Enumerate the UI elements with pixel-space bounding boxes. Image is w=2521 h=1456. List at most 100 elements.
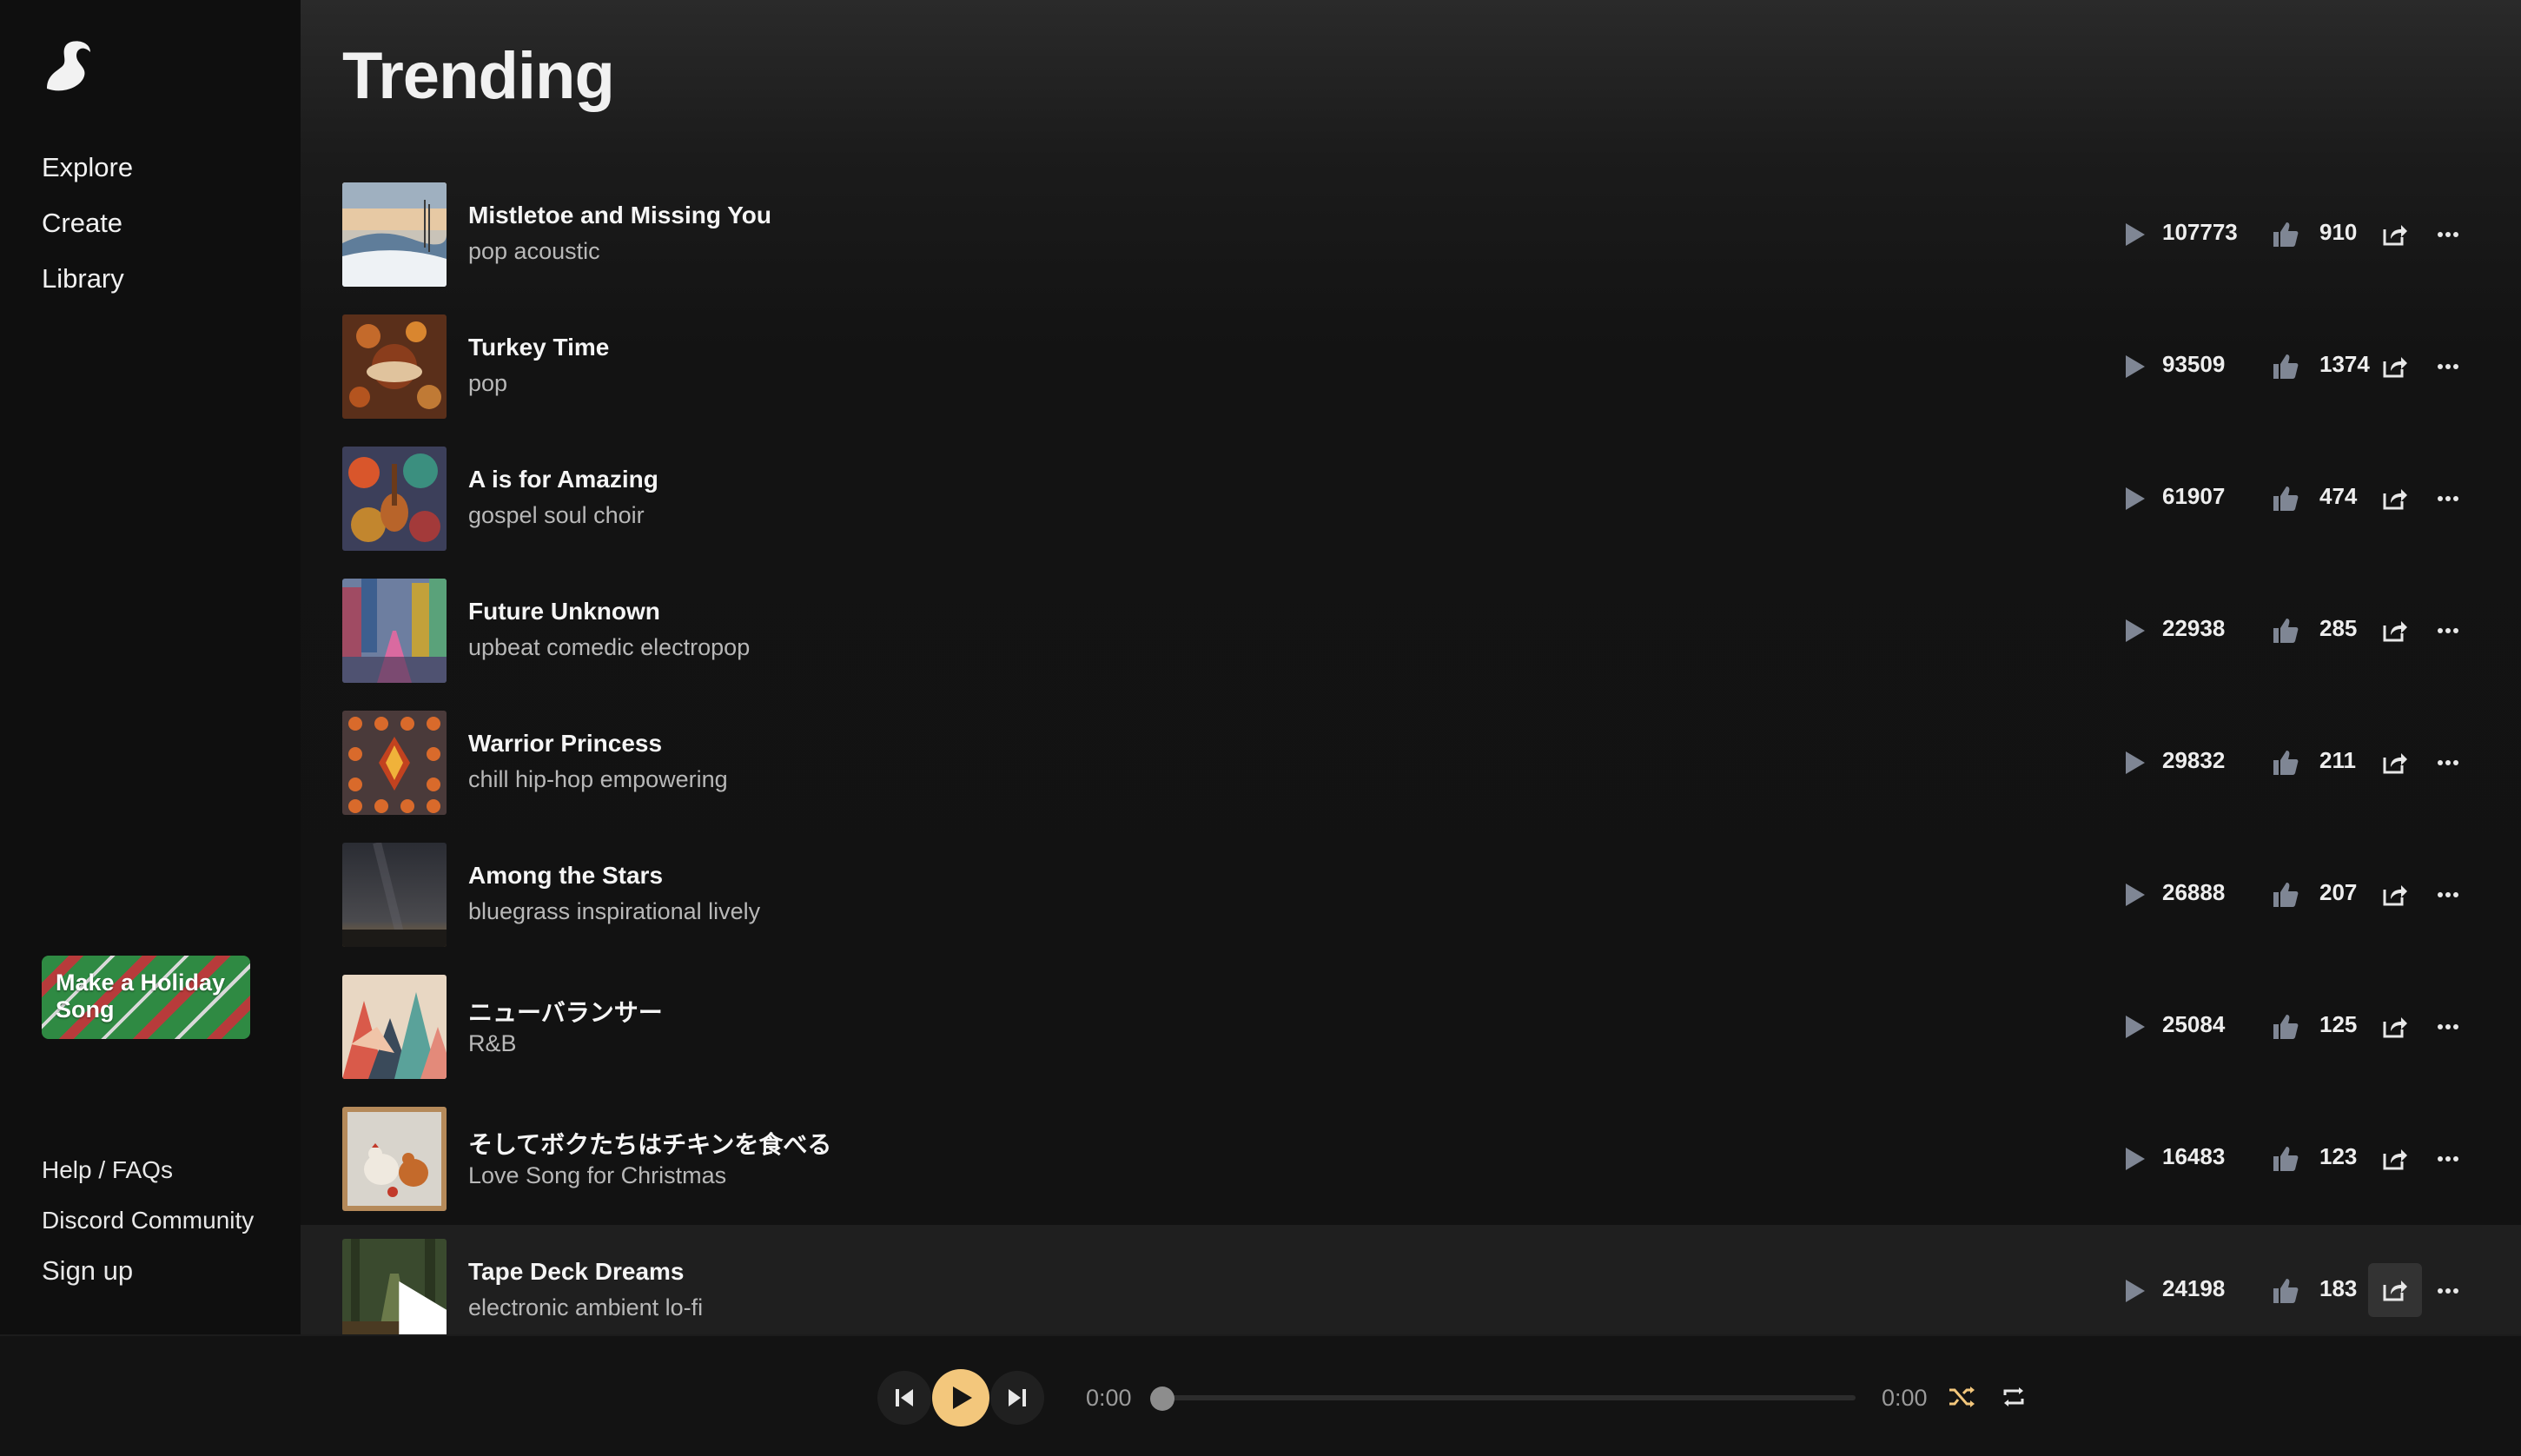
song-title[interactable]: そしてボクたちはチキンを食べる — [468, 1126, 831, 1161]
progress-bar[interactable] — [1157, 1395, 1856, 1400]
song-row[interactable]: Future Unknown upbeat comedic electropop… — [301, 565, 2521, 697]
song-cover-image[interactable] — [342, 314, 447, 419]
main-content: Trending Mistletoe and Missing You pop a… — [301, 0, 2521, 1334]
brand-logo-icon[interactable] — [40, 36, 96, 96]
song-tags: R&B — [468, 1030, 517, 1056]
song-row[interactable]: そしてボクたちはチキンを食べる Love Song for Christmas … — [301, 1093, 2521, 1225]
play-icon[interactable] — [2120, 219, 2149, 250]
play-icon[interactable] — [2120, 351, 2149, 382]
song-title[interactable]: Warrior Princess — [468, 730, 662, 758]
play-icon[interactable] — [2120, 483, 2149, 514]
play-count: 16483 — [2162, 1143, 2226, 1169]
nav-library[interactable]: Library — [42, 259, 133, 314]
more-options-icon[interactable] — [2431, 877, 2465, 912]
like-count: 1374 — [2319, 351, 2370, 377]
song-row[interactable]: Mistletoe and Missing You pop acoustic 1… — [301, 169, 2521, 301]
share-icon[interactable] — [2374, 214, 2416, 255]
repeat-icon[interactable] — [1998, 1381, 2029, 1413]
share-icon[interactable] — [2374, 346, 2416, 387]
play-count: 93509 — [2162, 351, 2226, 377]
play-count: 22938 — [2162, 615, 2226, 641]
sign-up-link[interactable]: Sign up — [42, 1253, 254, 1303]
more-options-icon[interactable] — [2431, 1274, 2465, 1308]
like-count: 211 — [2319, 747, 2356, 773]
song-cover-image[interactable] — [342, 1107, 447, 1211]
share-icon[interactable] — [2374, 478, 2416, 520]
like-count: 207 — [2319, 879, 2358, 905]
song-cover-image[interactable] — [342, 447, 447, 551]
thumbs-up-icon[interactable] — [2271, 615, 2300, 646]
share-icon[interactable] — [2374, 1006, 2416, 1048]
play-icon[interactable] — [2120, 1275, 2149, 1307]
share-icon[interactable] — [2368, 1263, 2422, 1317]
more-options-icon[interactable] — [2431, 1142, 2465, 1176]
share-icon[interactable] — [2374, 1138, 2416, 1180]
song-title[interactable]: Among the Stars — [468, 862, 663, 890]
song-title[interactable]: Tape Deck Dreams — [468, 1258, 685, 1286]
song-cover-image[interactable] — [342, 711, 447, 815]
thumbs-up-icon[interactable] — [2271, 1275, 2300, 1307]
more-options-icon[interactable] — [2431, 745, 2465, 780]
song-list: Mistletoe and Missing You pop acoustic 1… — [301, 169, 2521, 1334]
nav-explore[interactable]: Explore — [42, 148, 133, 203]
nav-create[interactable]: Create — [42, 203, 133, 259]
discord-community-link[interactable]: Discord Community — [42, 1202, 254, 1253]
song-row[interactable]: A is for Amazing gospel soul choir 61907… — [301, 433, 2521, 565]
song-tags: bluegrass inspirational lively — [468, 898, 761, 924]
more-options-icon[interactable] — [2431, 217, 2465, 252]
skip-previous-icon[interactable] — [877, 1371, 931, 1425]
song-title[interactable]: A is for Amazing — [468, 466, 658, 493]
song-title[interactable]: Future Unknown — [468, 598, 660, 625]
play-count: 29832 — [2162, 747, 2226, 773]
song-title[interactable]: Mistletoe and Missing You — [468, 202, 771, 229]
more-options-icon[interactable] — [2431, 613, 2465, 648]
thumbs-up-icon[interactable] — [2271, 483, 2300, 514]
share-icon[interactable] — [2374, 742, 2416, 784]
play-icon[interactable] — [2120, 1011, 2149, 1042]
thumbs-up-icon[interactable] — [2271, 879, 2300, 910]
song-tags: electronic ambient lo-fi — [468, 1294, 704, 1320]
play-overlay-icon[interactable] — [375, 1272, 447, 1334]
song-cover-image[interactable] — [342, 843, 447, 947]
song-row[interactable]: Among the Stars bluegrass inspirational … — [301, 829, 2521, 961]
song-cover-image[interactable] — [342, 182, 447, 287]
song-row[interactable]: ニューバランサー R&B 25084 125 — [301, 961, 2521, 1093]
like-count: 285 — [2319, 615, 2358, 641]
more-options-icon[interactable] — [2431, 1009, 2465, 1044]
like-count: 183 — [2319, 1275, 2358, 1301]
song-tags: pop — [468, 370, 508, 396]
song-cover-image[interactable] — [342, 1239, 447, 1334]
thumbs-up-icon[interactable] — [2271, 219, 2300, 250]
make-holiday-song-button[interactable]: Make a Holiday Song — [42, 956, 250, 1039]
play-icon[interactable] — [2120, 615, 2149, 646]
thumbs-up-icon[interactable] — [2271, 351, 2300, 382]
play-icon[interactable] — [2120, 879, 2149, 910]
share-icon[interactable] — [2374, 610, 2416, 652]
play-pause-button[interactable] — [932, 1369, 989, 1426]
more-options-icon[interactable] — [2431, 481, 2465, 516]
song-cover-image[interactable] — [342, 579, 447, 683]
song-row[interactable]: Turkey Time pop 93509 1374 — [301, 301, 2521, 433]
progress-handle[interactable] — [1150, 1387, 1174, 1411]
play-count: 107773 — [2162, 219, 2238, 245]
thumbs-up-icon[interactable] — [2271, 1011, 2300, 1042]
song-row[interactable]: Tape Deck Dreams electronic ambient lo-f… — [301, 1225, 2521, 1334]
play-count: 25084 — [2162, 1011, 2226, 1037]
main-nav: Explore Create Library — [42, 148, 133, 314]
song-title[interactable]: Turkey Time — [468, 334, 609, 361]
song-tags: gospel soul choir — [468, 502, 645, 528]
share-icon[interactable] — [2374, 874, 2416, 916]
song-cover-image[interactable] — [342, 975, 447, 1079]
song-title[interactable]: ニューバランサー — [468, 994, 663, 1029]
play-icon[interactable] — [2120, 1143, 2149, 1175]
help-faqs-link[interactable]: Help / FAQs — [42, 1152, 254, 1202]
page-title: Trending — [342, 39, 615, 113]
thumbs-up-icon[interactable] — [2271, 1143, 2300, 1175]
more-options-icon[interactable] — [2431, 349, 2465, 384]
skip-next-icon[interactable] — [990, 1371, 1044, 1425]
play-icon[interactable] — [2120, 747, 2149, 778]
song-row[interactable]: Warrior Princess chill hip-hop empowerin… — [301, 697, 2521, 829]
like-count: 910 — [2319, 219, 2358, 245]
shuffle-icon[interactable] — [1946, 1381, 1977, 1413]
thumbs-up-icon[interactable] — [2271, 747, 2300, 778]
